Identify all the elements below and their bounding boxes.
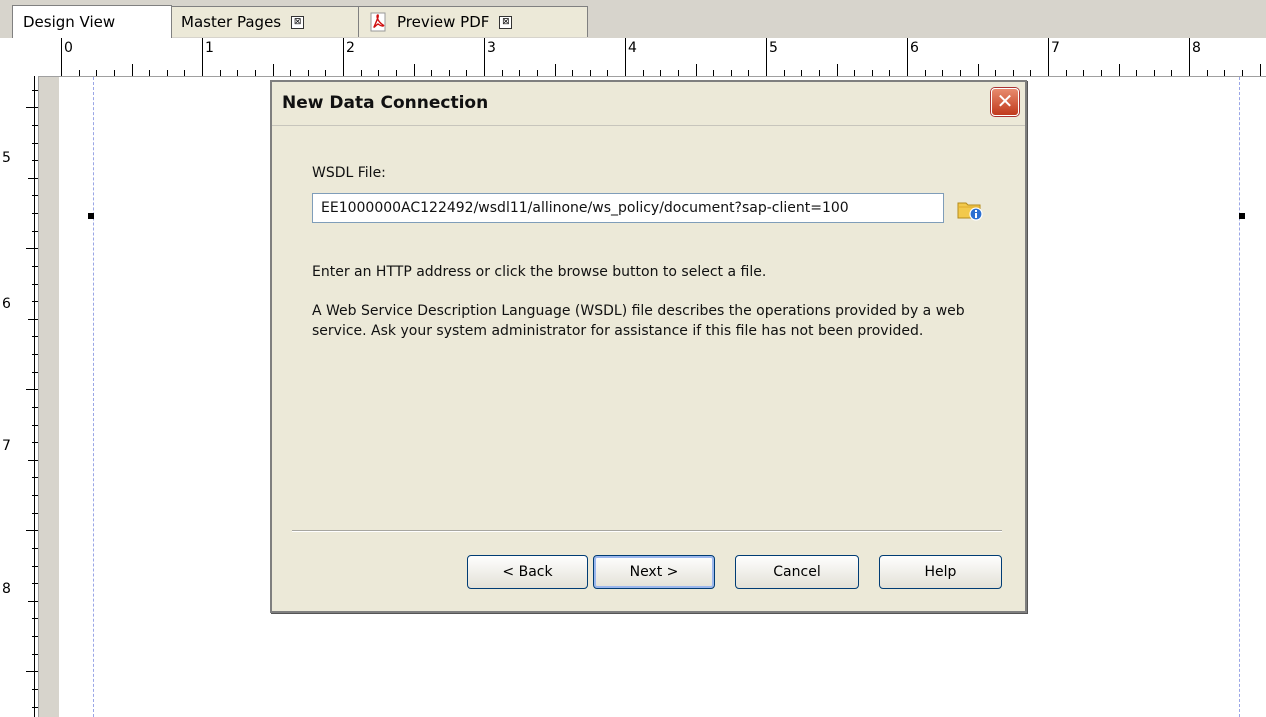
tab-design-view[interactable]: Design View (12, 5, 172, 38)
ruler-label: 3 (487, 40, 496, 56)
tab-close-icon[interactable]: ⊠ (499, 15, 513, 29)
help-button[interactable]: Help (879, 555, 1002, 589)
tab-preview-pdf[interactable]: Preview PDF ⊠ (358, 6, 588, 37)
tab-close-icon[interactable]: ⊠ (291, 15, 305, 29)
dialog-separator (292, 530, 1002, 532)
tab-master-pages[interactable]: Master Pages ⊠ (170, 6, 360, 37)
document-tab-strip: Design View Master Pages ⊠ Preview PDF ⊠ (0, 0, 1266, 39)
dialog-titlebar[interactable]: New Data Connection ✕ (272, 82, 1025, 126)
ruler-label: 5 (2, 150, 11, 166)
ruler-label: 2 (346, 40, 355, 56)
dialog-title: New Data Connection (282, 93, 489, 113)
selection-handle[interactable] (1239, 213, 1245, 219)
ruler-label: 8 (1192, 40, 1201, 56)
pdf-icon (369, 12, 389, 32)
ruler-label: 7 (1051, 40, 1060, 56)
ruler-label: 7 (2, 438, 11, 454)
ruler-label: 6 (910, 40, 919, 56)
ruler-label: 5 (769, 40, 778, 56)
cancel-button[interactable]: Cancel (735, 555, 859, 589)
back-button[interactable]: < Back (467, 555, 588, 589)
left-margin-guide (93, 77, 94, 717)
ruler-label: 8 (2, 581, 11, 597)
vertical-ruler: 5 6 7 8 (0, 76, 39, 717)
wsdl-file-input[interactable] (312, 193, 944, 223)
dialog-body: WSDL File: Enter an HTTP address or clic… (272, 126, 1025, 611)
next-button[interactable]: Next > (593, 555, 715, 589)
page-margin (39, 77, 59, 717)
tab-label: Design View (23, 13, 116, 31)
ruler-label: 6 (2, 296, 11, 312)
tab-label: Master Pages (181, 13, 282, 31)
close-icon[interactable]: ✕ (991, 88, 1019, 116)
description-text: A Web Service Description Language (WSDL… (312, 303, 965, 339)
wsdl-file-label: WSDL File: (312, 165, 386, 181)
ruler-label: 4 (628, 40, 637, 56)
ruler-label: 1 (205, 40, 214, 56)
new-data-connection-dialog: New Data Connection ✕ WSDL File: Enter a… (270, 80, 1027, 613)
right-margin-guide (1239, 77, 1240, 717)
selection-handle[interactable] (88, 213, 94, 219)
tab-label: Preview PDF (397, 13, 490, 31)
browse-folder-icon[interactable] (956, 196, 984, 222)
ruler-label: 0 (64, 40, 73, 56)
hint-text: Enter an HTTP address or click the brows… (312, 264, 767, 280)
horizontal-ruler: 0 1 2 3 4 5 6 7 8 (0, 38, 1266, 77)
